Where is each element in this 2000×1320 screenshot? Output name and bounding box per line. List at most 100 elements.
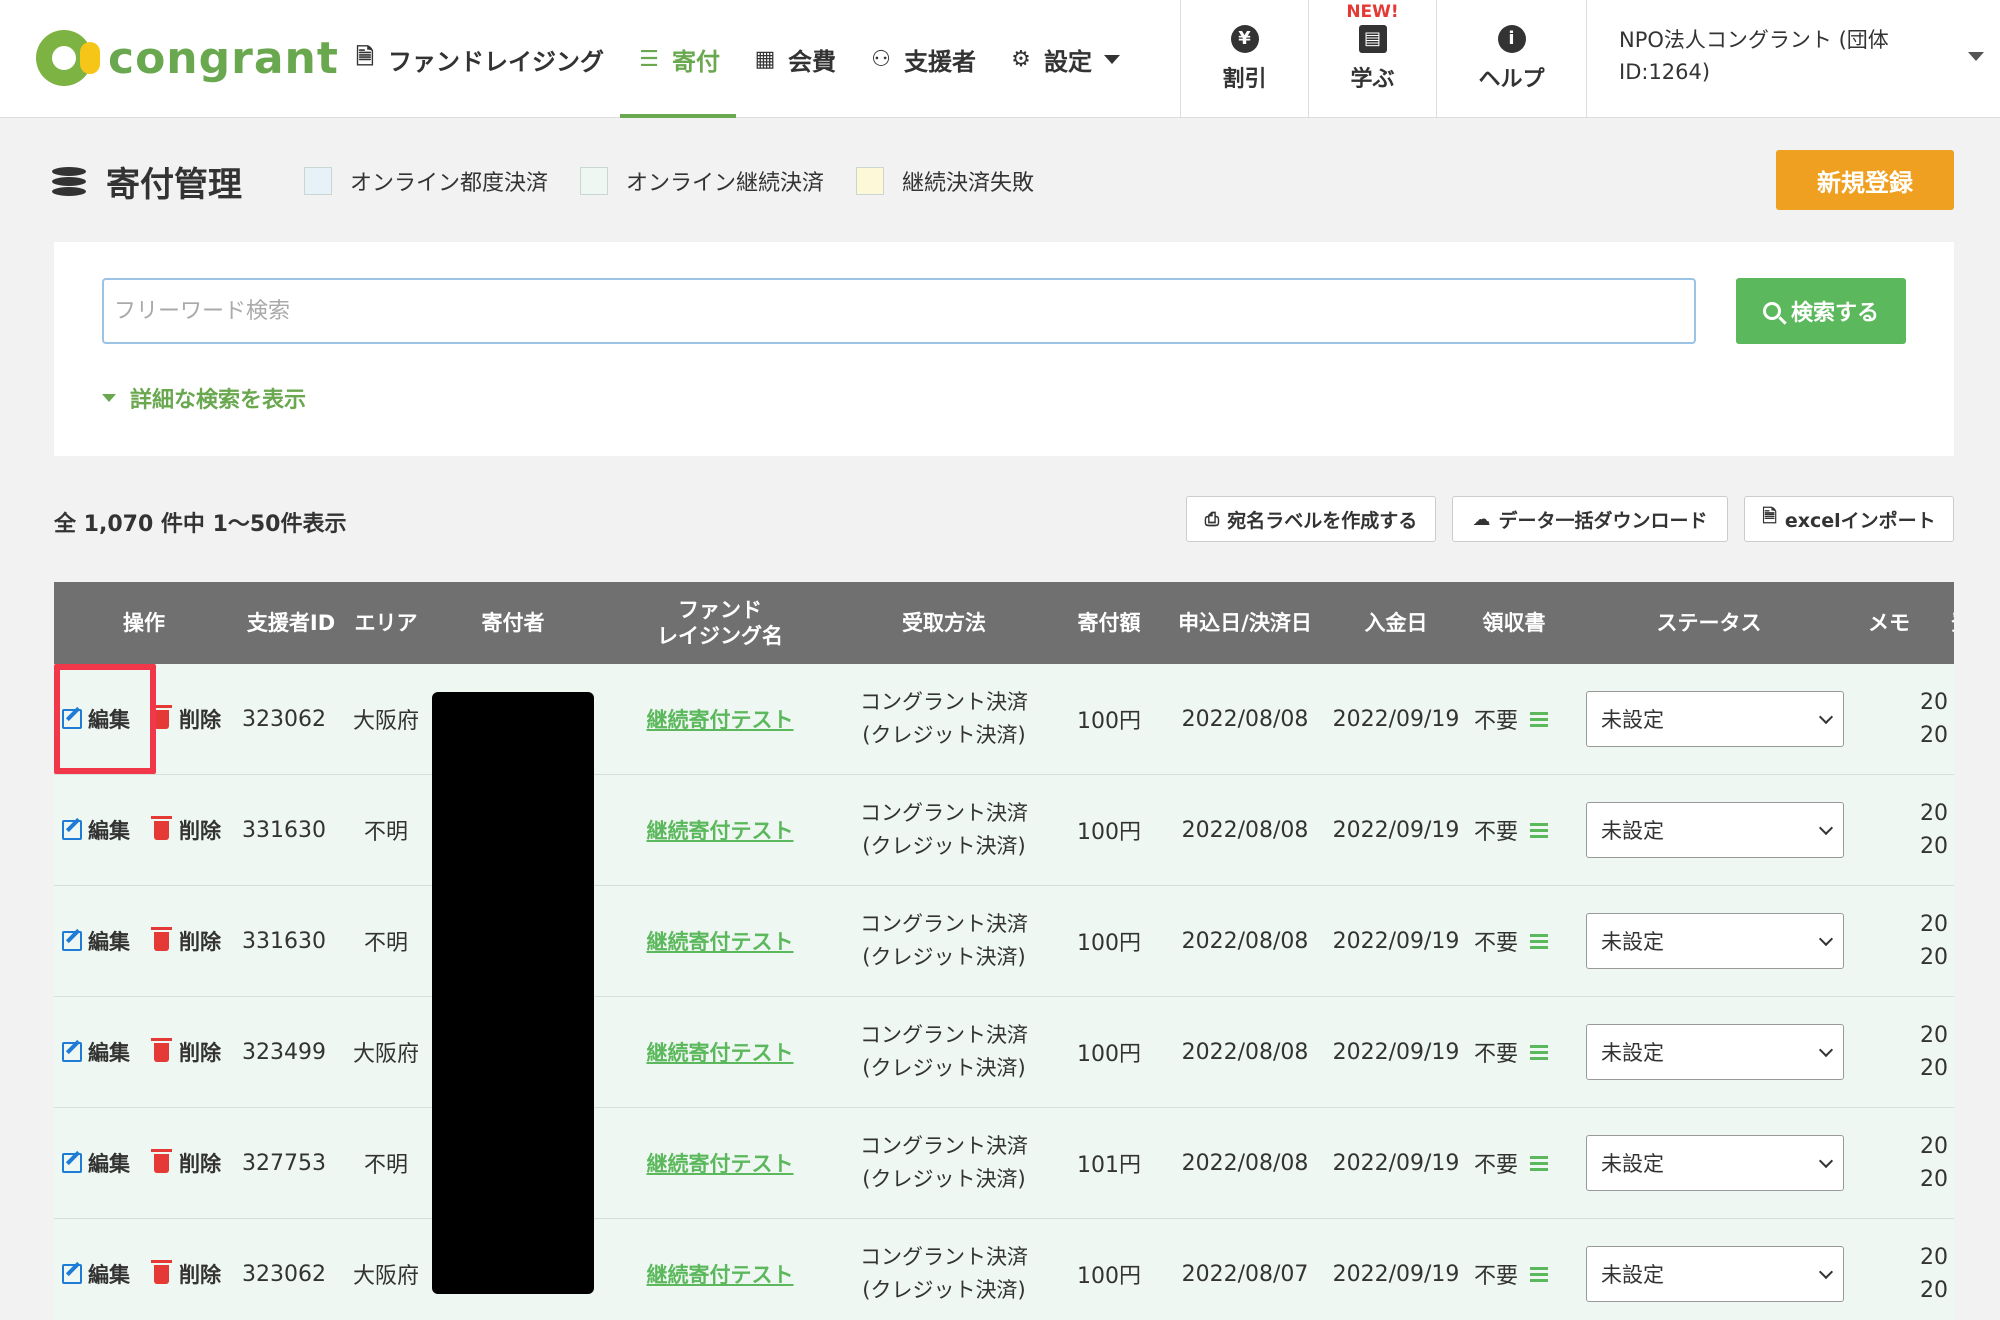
receipt-menu-icon[interactable] — [1530, 1264, 1549, 1285]
receipt-value: 不要 — [1474, 820, 1519, 845]
delete-button[interactable]: 削除 — [151, 997, 221, 1107]
edit-button[interactable]: 編集 — [62, 775, 130, 885]
receipt-menu-icon[interactable] — [1530, 931, 1549, 952]
status-select[interactable]: 未設定 — [1586, 1246, 1844, 1302]
top-header: congrant 🗎 ファンドレイジング ☰ 寄付 ▦ 会費 ⚇ 支援者 ⚙ 設… — [0, 0, 2000, 118]
nav-settings[interactable]: ⚙ 設定 — [992, 0, 1136, 118]
supporter-id: 323062 — [242, 706, 326, 732]
col-operation: 操作 — [123, 611, 165, 635]
printer-icon: ⎙ — [1204, 508, 1220, 530]
receipt-menu-icon[interactable] — [1530, 709, 1549, 730]
edit-label: 編集 — [88, 930, 130, 954]
table-row: 編集 削除 331630 不明 継続寄付テスト コングラント決済 (クレジット決済) 100円… — [54, 886, 1954, 997]
delete-button[interactable]: 削除 — [151, 664, 221, 774]
edit-highlight-box — [54, 664, 156, 774]
edit-button[interactable]: 編集 — [62, 1108, 130, 1218]
advanced-search-label: 詳細な検索を表示 — [130, 388, 307, 413]
delete-button[interactable]: 削除 — [151, 1219, 221, 1320]
registered-line1: 20 — [1920, 690, 1948, 715]
receipt-menu-icon[interactable] — [1530, 1042, 1549, 1063]
delete-button[interactable]: 削除 — [151, 886, 221, 996]
receipt: 不要 — [1474, 997, 1549, 1107]
table-row: 編集 削除 327753 不明 継続寄付テスト コングラント決済 (クレジット決済) 101円… — [54, 1108, 1954, 1219]
delete-button[interactable]: 削除 — [151, 775, 221, 885]
advanced-search-toggle[interactable]: 詳細な検索を表示 — [102, 382, 306, 414]
tool-learn-label: 学ぶ — [1350, 67, 1395, 92]
gear-icon: ⚙ — [1011, 46, 1031, 72]
excel-import-button[interactable]: 🗎 excelインポート — [1744, 496, 1954, 542]
result-count: 全 1,070 件中 1〜50件表示 — [54, 512, 347, 537]
status-select[interactable]: 未設定 — [1586, 691, 1844, 747]
tool-help[interactable]: i ヘルプ — [1436, 0, 1586, 118]
trash-icon — [151, 1037, 172, 1062]
col-receipt: 領収書 — [1482, 611, 1546, 635]
nav-membership[interactable]: ▦ 会費 — [736, 0, 852, 118]
area: 不明 — [363, 1153, 408, 1178]
status-select[interactable]: 未設定 — [1586, 913, 1844, 969]
account-menu[interactable]: NPO法人コングラント (団体ID:1264) — [1586, 0, 2000, 118]
edit-button[interactable]: 編集 — [62, 886, 130, 996]
fund-name-link[interactable]: 継続寄付テスト — [647, 1148, 794, 1178]
search-input[interactable] — [102, 278, 1696, 344]
info-icon: i — [1497, 25, 1526, 53]
legend-label: オンライン都度決済 — [350, 171, 549, 196]
receipt: 不要 — [1474, 664, 1549, 774]
chevron-down-icon — [1818, 931, 1834, 947]
col-paid-date: 入金日 — [1364, 611, 1428, 635]
apply-date: 2022/08/07 — [1181, 1261, 1309, 1287]
receipt: 不要 — [1474, 886, 1549, 996]
col-donor: 寄付者 — [481, 611, 545, 635]
fund-name-link[interactable]: 継続寄付テスト — [647, 1037, 794, 1067]
fund-name-link[interactable]: 継続寄付テスト — [647, 704, 794, 734]
registered-line2: 20 — [1920, 1167, 1948, 1192]
file-import-icon: 🗎 — [1762, 506, 1777, 527]
document-icon: 🗎 — [356, 45, 374, 70]
legend-failed: 継続決済失敗 — [856, 165, 1034, 197]
status-select[interactable]: 未設定 — [1586, 802, 1844, 858]
fund-name-link[interactable]: 継続寄付テスト — [647, 926, 794, 956]
new-register-button[interactable]: 新規登録 — [1776, 150, 1954, 210]
congrant-logo[interactable]: congrant — [36, 30, 339, 86]
edit-button[interactable]: 編集 — [62, 1219, 130, 1320]
nav-donation-label: 寄付 — [672, 47, 720, 76]
fund-name-link[interactable]: 継続寄付テスト — [647, 815, 794, 845]
new-badge: NEW! — [1346, 2, 1399, 22]
registered-date: 20 20 — [1920, 775, 1948, 885]
delete-button[interactable]: 削除 — [151, 1108, 221, 1218]
tool-learn[interactable]: NEW! ▤ 学ぶ — [1308, 0, 1436, 118]
nav-donation[interactable]: ☰ 寄付 — [620, 0, 736, 118]
create-label-button[interactable]: ⎙ 宛名ラベルを作成する — [1186, 496, 1436, 542]
nav-fundraising[interactable]: 🗎 ファンドレイジング — [336, 0, 620, 118]
chevron-down-icon — [1104, 54, 1120, 64]
receipt-menu-icon[interactable] — [1530, 820, 1549, 841]
nav-supporters[interactable]: ⚇ 支援者 — [852, 0, 992, 118]
bulk-download-button[interactable]: ☁ データ一括ダウンロード — [1452, 496, 1728, 542]
receipt-value: 不要 — [1474, 1153, 1519, 1178]
table-row: 編集 削除 323062 大阪府 継続寄付テスト コングラント決済 (クレジット決済) 100… — [54, 1219, 1954, 1320]
fund-link-wrap: 継続寄付テスト — [600, 997, 840, 1107]
nav-settings-label: 設定 — [1044, 47, 1092, 76]
excel-import-text: excelインポート — [1784, 509, 1936, 532]
col-status: ステータス — [1656, 611, 1762, 635]
amount: 100円 — [1077, 931, 1141, 956]
status-select[interactable]: 未設定 — [1586, 1024, 1844, 1080]
yen-shield-icon: ¥ — [1230, 25, 1259, 53]
page-header: 寄付管理 オンライン都度決済 オンライン継続決済 継続決済失敗 — [52, 150, 1066, 212]
fund-name-link[interactable]: 継続寄付テスト — [647, 1259, 794, 1289]
status-select[interactable]: 未設定 — [1586, 1135, 1844, 1191]
method-line2: (クレジット決済) — [862, 1278, 1026, 1302]
nav-supporters-label: 支援者 — [904, 47, 976, 76]
receive-method: コングラント決済 (クレジット決済) — [844, 997, 1044, 1107]
edit-button[interactable]: 編集 — [62, 997, 130, 1107]
receipt-menu-icon[interactable] — [1530, 1153, 1549, 1174]
area: 不明 — [363, 931, 408, 956]
col-registered: 登 — [1942, 582, 1955, 664]
fund-link-wrap: 継続寄付テスト — [600, 1219, 840, 1320]
supporter-id: 331630 — [242, 817, 326, 843]
tool-discount[interactable]: ¥ 割引 — [1180, 0, 1308, 118]
legend-swatch — [856, 167, 885, 195]
search-button[interactable]: 検索する — [1736, 278, 1906, 344]
amount: 100円 — [1077, 820, 1141, 845]
fund-link-wrap: 継続寄付テスト — [600, 886, 840, 996]
registered-line2: 20 — [1920, 1056, 1948, 1081]
